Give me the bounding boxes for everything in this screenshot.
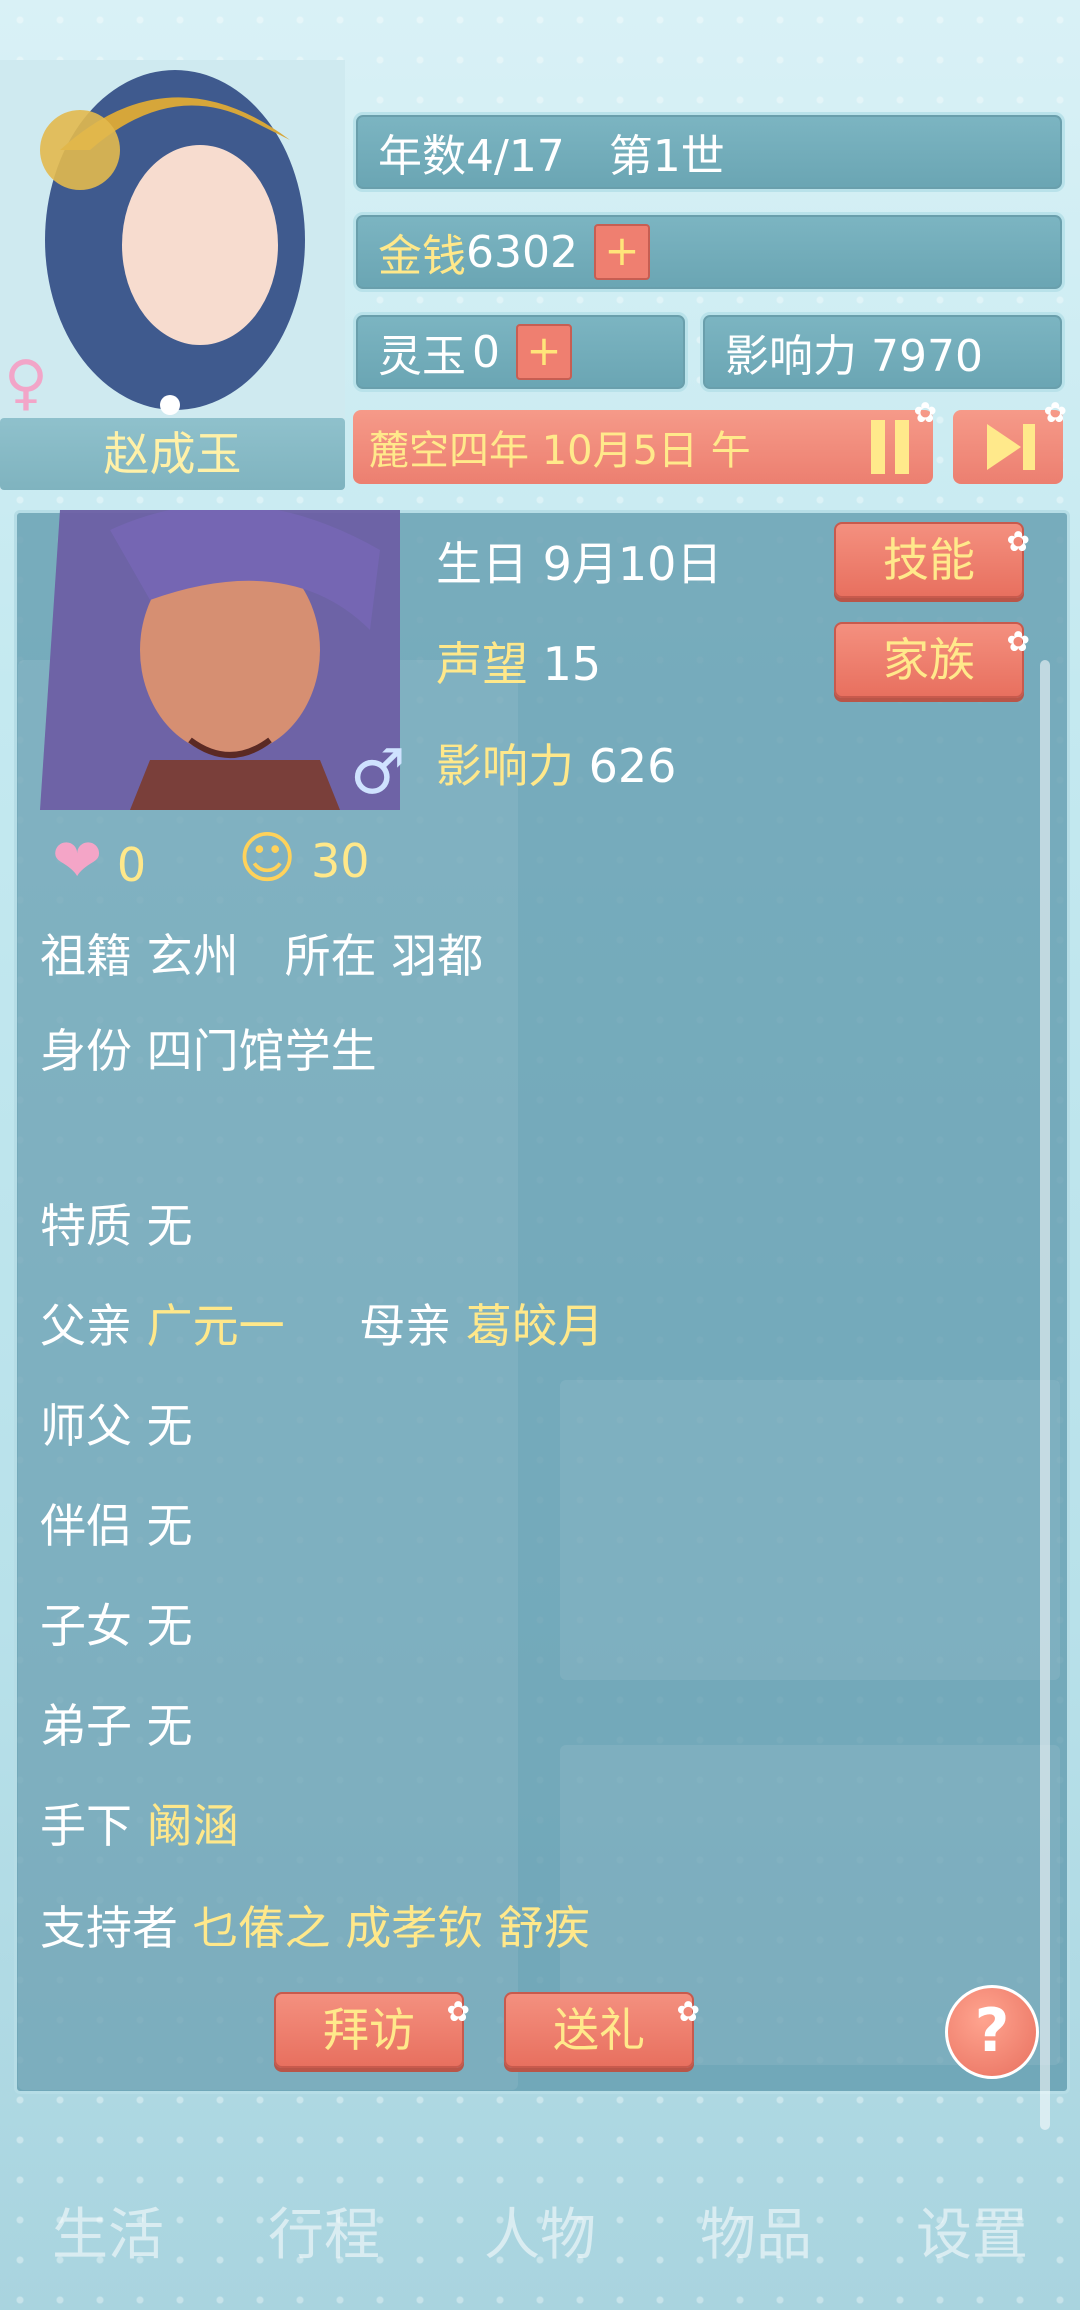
supporters: 支持者 乜偆之 成孝钦 舒疾 — [40, 1892, 590, 1958]
smile-icon: ☺ — [238, 826, 297, 891]
love-value: 0 — [116, 838, 147, 892]
influence-value: 影响力 7970 — [725, 331, 983, 382]
add-money-button[interactable]: + — [593, 224, 650, 280]
father-name[interactable]: 广元一 — [147, 1299, 285, 1353]
gift-button[interactable]: 送礼 ✿ — [504, 1992, 700, 2068]
subordinate-label: 手下 — [40, 1799, 132, 1853]
flower-icon: ✿ — [913, 396, 937, 429]
children: 子女 无 — [40, 1599, 193, 1653]
influence-value: 626 — [588, 739, 677, 793]
origin: 祖籍 玄州 所在 羽都 — [40, 929, 484, 983]
trait: 特质 无 — [40, 1199, 193, 1253]
visit-button[interactable]: 拜访 ✿ — [274, 1992, 470, 2068]
nav-schedule[interactable]: 行程 — [268, 2190, 380, 2271]
flower-icon: ✿ — [1006, 525, 1030, 558]
add-jade-button[interactable]: + — [516, 324, 572, 380]
love-stat: ❤ 0 — [52, 826, 146, 896]
father-label: 父亲 — [40, 1299, 132, 1353]
year-info-bar: 年数4/17 第1世 — [353, 112, 1065, 192]
mood-value: 30 — [311, 834, 370, 888]
skip-button[interactable]: ✿ — [953, 396, 1067, 484]
female-gender-icon: ♀ — [4, 348, 48, 418]
heart-icon: ❤ — [52, 826, 103, 896]
skills-label: 技能 — [883, 533, 975, 587]
help-button[interactable]: ? — [945, 1985, 1039, 2079]
flower-icon: ✿ — [676, 1995, 700, 2028]
money-bar: 金钱 6302 + — [353, 212, 1065, 292]
supporters-names[interactable]: 乜偆之 成孝钦 舒疾 — [193, 1901, 590, 1955]
prestige-value: 15 — [542, 637, 602, 691]
influence-label: 影响力 — [436, 739, 574, 793]
scrollbar[interactable] — [1040, 660, 1050, 2130]
identity: 身份 四门馆学生 — [40, 1024, 377, 1078]
partner: 伴侣 无 — [40, 1499, 193, 1553]
money-value: 6302 — [466, 226, 578, 278]
disciples: 弟子 无 — [40, 1699, 193, 1753]
year-info: 年数4/17 第1世 — [378, 131, 725, 182]
flower-icon: ✿ — [1006, 625, 1030, 658]
influence-bar: 影响力 7970 — [700, 312, 1065, 392]
prestige: 声望 15 — [436, 628, 601, 694]
gift-label: 送礼 — [553, 2003, 645, 2057]
visit-label: 拜访 — [323, 2003, 415, 2057]
jade-label: 灵玉 — [378, 331, 466, 382]
skills-button[interactable]: 技能 ✿ — [834, 522, 1030, 598]
date-text: 麓空四年 10月5日 午 — [369, 428, 751, 474]
nav-settings[interactable]: 设置 — [916, 2190, 1028, 2271]
date-bar: 麓空四年 10月5日 午 ✿ — [353, 396, 937, 484]
flower-icon: ✿ — [1043, 396, 1067, 429]
subordinates: 手下 阚涵 — [40, 1790, 239, 1856]
jade-value: 0 — [472, 326, 500, 378]
nav-life[interactable]: 生活 — [52, 2190, 164, 2271]
mother-label: 母亲 — [359, 1299, 452, 1353]
mood-stat: ☺ 30 — [238, 826, 370, 891]
player-name: 赵成玉 — [0, 418, 345, 490]
male-gender-icon: ♂ — [350, 735, 406, 808]
background-notice-card — [560, 1380, 1060, 1680]
parents: 父亲 广元一 母亲 葛皎月 — [40, 1290, 604, 1356]
bottom-nav: 生活 行程 人物 物品 设置 — [0, 2150, 1080, 2310]
nav-items[interactable]: 物品 — [700, 2190, 812, 2271]
nav-people[interactable]: 人物 — [484, 2190, 596, 2271]
character-influence: 影响力 626 — [436, 730, 676, 796]
mother-name[interactable]: 葛皎月 — [466, 1299, 604, 1353]
family-button[interactable]: 家族 ✿ — [834, 622, 1030, 698]
prestige-label: 声望 — [436, 637, 528, 691]
birthday: 生日 9月10日 — [436, 537, 723, 591]
family-label: 家族 — [883, 633, 975, 687]
flower-icon: ✿ — [446, 1995, 470, 2028]
supporters-label: 支持者 — [40, 1901, 178, 1955]
subordinate-name[interactable]: 阚涵 — [147, 1799, 239, 1853]
pause-button[interactable] — [871, 420, 911, 474]
money-label: 金钱 — [378, 231, 466, 282]
master: 师父 无 — [40, 1399, 193, 1453]
jade-bar: 灵玉 0 + — [353, 312, 688, 392]
